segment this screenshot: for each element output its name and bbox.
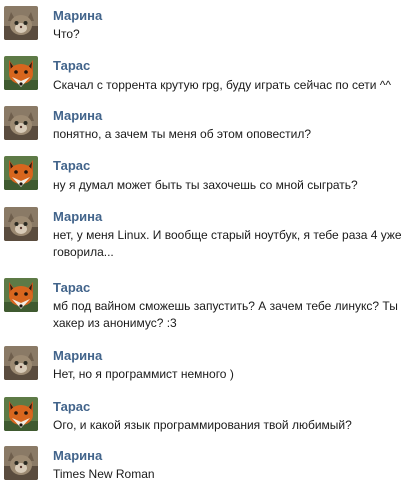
message-text: нет, у меня Linux. И вообще старый ноутб… (53, 228, 405, 259)
cat-avatar-icon[interactable] (4, 346, 38, 380)
cat-avatar-icon[interactable] (4, 207, 38, 241)
message-author[interactable]: Марина (53, 348, 102, 364)
message-text: ну я думал может быть ты захочешь со мно… (53, 178, 358, 192)
message-item: Тарас ну я думал может быть ты захочешь … (0, 156, 419, 196)
fox-avatar-icon[interactable] (4, 156, 38, 190)
message-item: Марина Что? (0, 6, 419, 46)
message-author[interactable]: Марина (53, 8, 102, 24)
message-author[interactable]: Тарас (53, 280, 90, 296)
cat-avatar-icon[interactable] (4, 6, 38, 40)
message-text: мб под вайном сможешь запустить? А зачем… (53, 299, 402, 330)
message-text: Скачал с торрента крутую rpg, буду играт… (53, 78, 392, 92)
message-author[interactable]: Тарас (53, 158, 90, 174)
message-text: понятно, а зачем ты меня об этом оповест… (53, 127, 312, 141)
message-author[interactable]: Марина (53, 209, 102, 225)
message-text: Ого, и какой язык программирования твой … (53, 418, 352, 432)
message-text: Times New Roman (53, 467, 155, 481)
message-author[interactable]: Марина (53, 448, 102, 464)
chat-history: Марина Что? Тарас Скачал с торрента крут… (0, 0, 419, 488)
message-text: Нет, но я программист немного ) (53, 367, 234, 381)
message-item: Тарас Скачал с торрента крутую rpg, буду… (0, 56, 419, 96)
fox-avatar-icon[interactable] (4, 56, 38, 90)
message-item: Марина понятно, а зачем ты меня об этом … (0, 106, 419, 146)
message-item: Марина Times New Roman (0, 446, 419, 486)
fox-avatar-icon[interactable] (4, 397, 38, 431)
message-item: Тарас Ого, и какой язык программирования… (0, 397, 419, 437)
message-item: Марина нет, у меня Linux. И вообще стары… (0, 207, 419, 265)
message-author[interactable]: Тарас (53, 399, 90, 415)
message-item: Тарас мб под вайном сможешь запустить? А… (0, 278, 419, 336)
fox-avatar-icon[interactable] (4, 278, 38, 312)
cat-avatar-icon[interactable] (4, 446, 38, 480)
message-item: Марина Нет, но я программист немного ) (0, 346, 419, 386)
message-text: Что? (53, 27, 80, 41)
message-author[interactable]: Тарас (53, 58, 90, 74)
cat-avatar-icon[interactable] (4, 106, 38, 140)
message-author[interactable]: Марина (53, 108, 102, 124)
